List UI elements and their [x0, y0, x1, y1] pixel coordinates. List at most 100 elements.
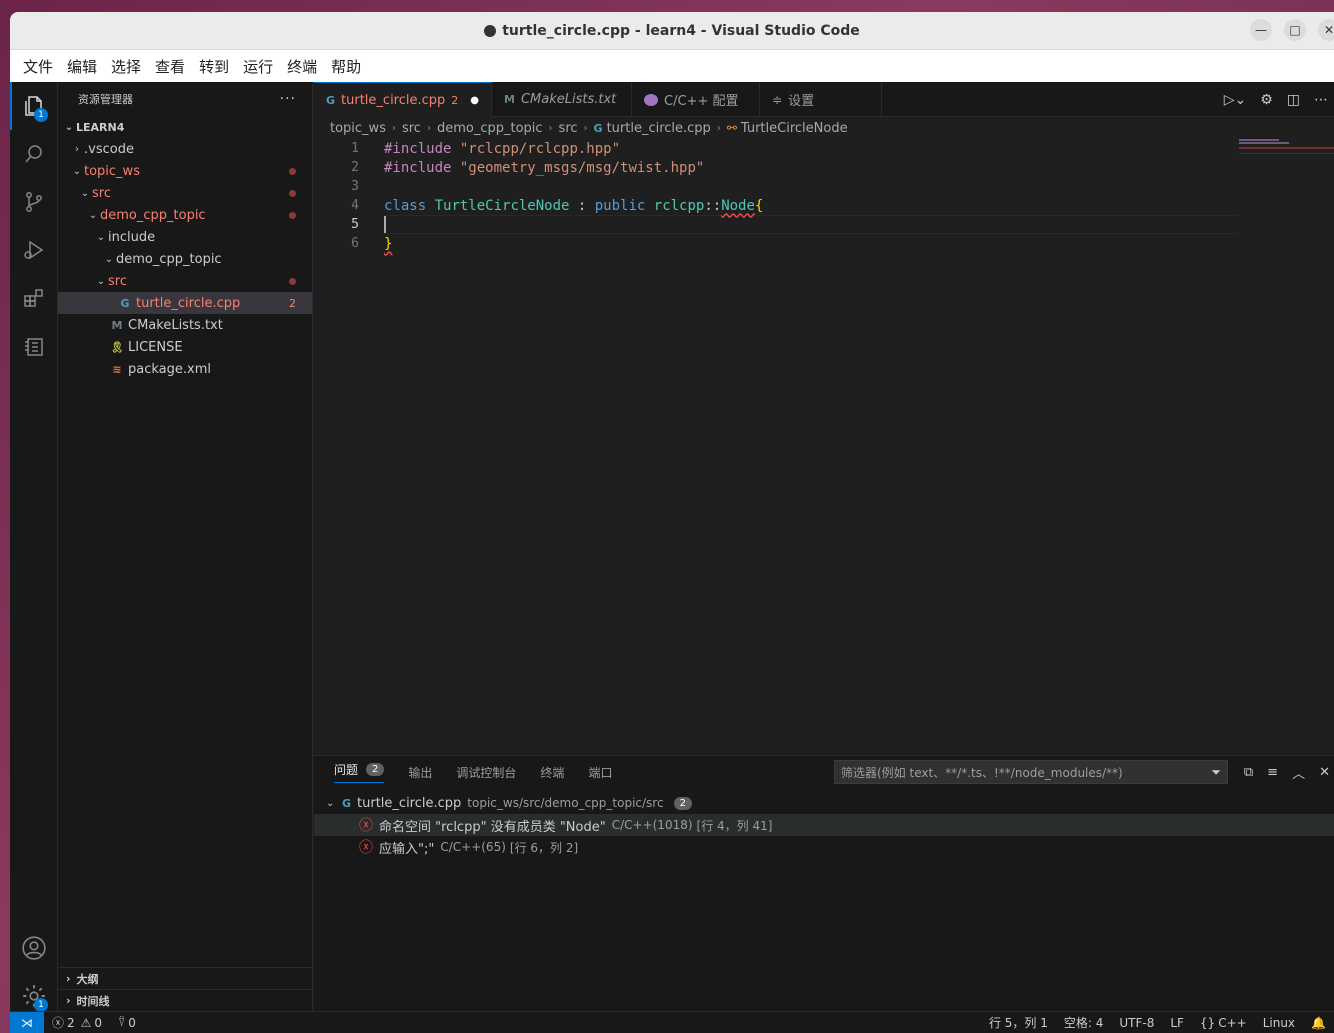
remote-explorer-activity[interactable] — [10, 322, 58, 370]
encoding[interactable]: UTF-8 — [1111, 1016, 1162, 1030]
preprocessor-token: #include — [384, 159, 452, 176]
ports-status[interactable]: ⍢ 0 — [110, 1015, 144, 1030]
tab-problems[interactable]: 问题 2 — [334, 761, 385, 783]
gear-icon[interactable]: ⚙ — [1260, 92, 1273, 108]
menu-view[interactable]: 查看 — [148, 56, 192, 77]
tree-item[interactable]: ⌄ src — [58, 270, 312, 292]
maximize-button[interactable]: □ — [1284, 19, 1306, 41]
tree-item[interactable]: 🎗 LICENSE — [58, 336, 312, 358]
modified-dot-icon — [289, 211, 296, 219]
problems-status[interactable]: ⓧ 2 ⚠ 0 — [44, 1014, 110, 1031]
run-debug-icon — [24, 240, 44, 260]
notifications-bell-icon[interactable]: 🔔 — [1303, 1016, 1334, 1030]
tab-turtle-circle[interactable]: G turtle_circle.cpp 2 ● — [314, 82, 493, 117]
tab-cmakelists[interactable]: M CMakeLists.txt — [492, 82, 633, 117]
tree-item[interactable]: ⌄ topic_ws — [58, 160, 312, 182]
more-actions-button[interactable]: ··· — [280, 91, 296, 107]
explorer-header: 资源管理器 ··· — [58, 82, 312, 116]
tab-problems-label: 问题 — [334, 763, 359, 777]
code-editor[interactable]: 1 #include "rclcpp/rclcpp.hpp" 2 #includ… — [314, 139, 1334, 253]
breadcrumb-item[interactable]: src — [559, 121, 578, 136]
menu-terminal[interactable]: 终端 — [280, 56, 324, 77]
platform[interactable]: Linux — [1255, 1016, 1303, 1030]
tab-output[interactable]: 输出 — [408, 764, 432, 781]
tab-ports[interactable]: 端口 — [588, 764, 612, 781]
menu-go[interactable]: 转到 — [192, 56, 236, 77]
close-window-button[interactable]: ✕ — [1318, 19, 1334, 41]
menu-file[interactable]: 文件 — [16, 56, 60, 77]
window-controls: — □ ✕ — [1250, 19, 1334, 41]
code-line: 4 class TurtleCircleNode : public rclcpp… — [314, 196, 1334, 215]
maximize-panel-icon[interactable]: ︿ — [1292, 763, 1305, 782]
menu-selection[interactable]: 选择 — [104, 56, 148, 77]
unsaved-dot-icon[interactable]: ● — [470, 95, 479, 106]
breadcrumb-item[interactable]: topic_ws — [330, 121, 386, 136]
tree-item[interactable]: ⌄ demo_cpp_topic — [58, 204, 312, 226]
outline-section[interactable]: › 大纲 — [58, 967, 312, 989]
cursor-position[interactable]: 行 5，列 1 — [981, 1014, 1056, 1031]
tree-item[interactable]: ≋ package.xml — [58, 358, 312, 380]
menu-edit[interactable]: 编辑 — [60, 56, 104, 77]
tree-item[interactable]: ⌄ include — [58, 226, 312, 248]
minimap[interactable] — [1239, 139, 1334, 739]
tree-item-label: include — [108, 229, 156, 245]
accounts-activity[interactable] — [10, 924, 58, 972]
breadcrumb-item[interactable]: src — [402, 121, 421, 136]
tree-item[interactable]: Gturtle_circle.cpp 2 — [58, 292, 312, 314]
tree-item[interactable]: › .vscode — [58, 138, 312, 160]
language-mode[interactable]: {} C++ — [1192, 1016, 1255, 1030]
workspace-root[interactable]: ⌄ LEARN4 — [58, 116, 312, 138]
tab-terminal[interactable]: 终端 — [540, 764, 564, 781]
timeline-section[interactable]: › 时间线 — [58, 989, 312, 1011]
indentation[interactable]: 空格: 4 — [1056, 1014, 1112, 1031]
menu-help[interactable]: 帮助 — [324, 56, 368, 77]
chevron-down-icon: ⌄ — [72, 165, 82, 177]
explorer-badge: 1 — [34, 108, 48, 122]
problem-item[interactable]: ⓧ 命名空间 "rclcpp" 没有成员类 "Node" C/C++(1018)… — [314, 814, 1334, 836]
close-panel-icon[interactable]: ✕ — [1319, 765, 1330, 780]
split-editor-icon[interactable]: ◫ — [1287, 92, 1300, 108]
file-tree: › .vscode ⌄ topic_ws ⌄ src ⌄ demo_cpp_topic ⌄ inc… — [58, 138, 312, 380]
problem-file-path: topic_ws/src/demo_cpp_topic/src — [467, 796, 664, 810]
collapse-all-icon[interactable]: ⧉ — [1244, 765, 1253, 780]
timeline-label: 时间线 — [76, 994, 110, 1008]
source-control-activity[interactable] — [10, 178, 58, 226]
tab-cpp-config[interactable]: C/C++ 配置 — [632, 82, 761, 117]
remote-indicator[interactable]: ⋊ — [10, 1011, 44, 1033]
more-icon[interactable]: ⋯ — [1314, 92, 1328, 108]
filter-icon[interactable]: ⏷ — [1211, 765, 1221, 780]
view-as-list-icon[interactable]: ≡ — [1267, 765, 1278, 780]
tree-item[interactable]: ⌄ src — [58, 182, 312, 204]
keyword-token: public — [594, 197, 646, 214]
menu-run[interactable]: 运行 — [236, 56, 280, 77]
code-line: 3 — [314, 177, 1334, 196]
run-code-icon[interactable]: ▷⌄ — [1224, 92, 1247, 108]
error-icon: ⓧ — [52, 1016, 65, 1030]
chevron-down-icon: ⌄ — [80, 187, 90, 199]
minimize-button[interactable]: — — [1250, 19, 1272, 41]
tree-item[interactable]: ⌄ demo_cpp_topic — [58, 248, 312, 270]
problem-item[interactable]: ⓧ 应输入";" C/C++(65) [行 6，列 2] — [314, 836, 1334, 858]
problem-file-row[interactable]: ⌄ G turtle_circle.cpp topic_ws/src/demo_… — [314, 792, 1334, 814]
account-icon — [22, 936, 46, 960]
line-number: 3 — [351, 179, 359, 194]
explorer-activity[interactable]: 1 — [10, 82, 58, 130]
end-of-line[interactable]: LF — [1162, 1016, 1192, 1030]
broadcast-icon: ⍢ — [118, 1015, 126, 1029]
search-activity[interactable] — [10, 130, 58, 178]
extensions-activity[interactable] — [10, 274, 58, 322]
tree-item[interactable]: M CMakeLists.txt — [58, 314, 312, 336]
panel-tabs: 问题 2 输出 调试控制台 终端 端口 筛选器(例如 text、**/*.ts、… — [314, 756, 1334, 788]
problems-filter-input[interactable]: 筛选器(例如 text、**/*.ts、!**/node_modules/**)… — [834, 760, 1228, 784]
breadcrumb-item[interactable]: turtle_circle.cpp — [607, 121, 711, 136]
cpp-file-icon: G — [342, 796, 352, 810]
run-debug-activity[interactable] — [10, 226, 58, 274]
chevron-right-icon: › — [548, 122, 553, 134]
tab-settings[interactable]: ≑ 设置 — [760, 82, 883, 117]
breadcrumb-item[interactable]: TurtleCircleNode — [741, 121, 848, 136]
line-number: 1 — [351, 141, 359, 156]
tab-debug-console[interactable]: 调试控制台 — [456, 764, 516, 781]
cmake-file-icon: M — [504, 93, 515, 106]
breadcrumb-item[interactable]: demo_cpp_topic — [437, 121, 543, 136]
workspace-root-label: LEARN4 — [76, 120, 125, 134]
